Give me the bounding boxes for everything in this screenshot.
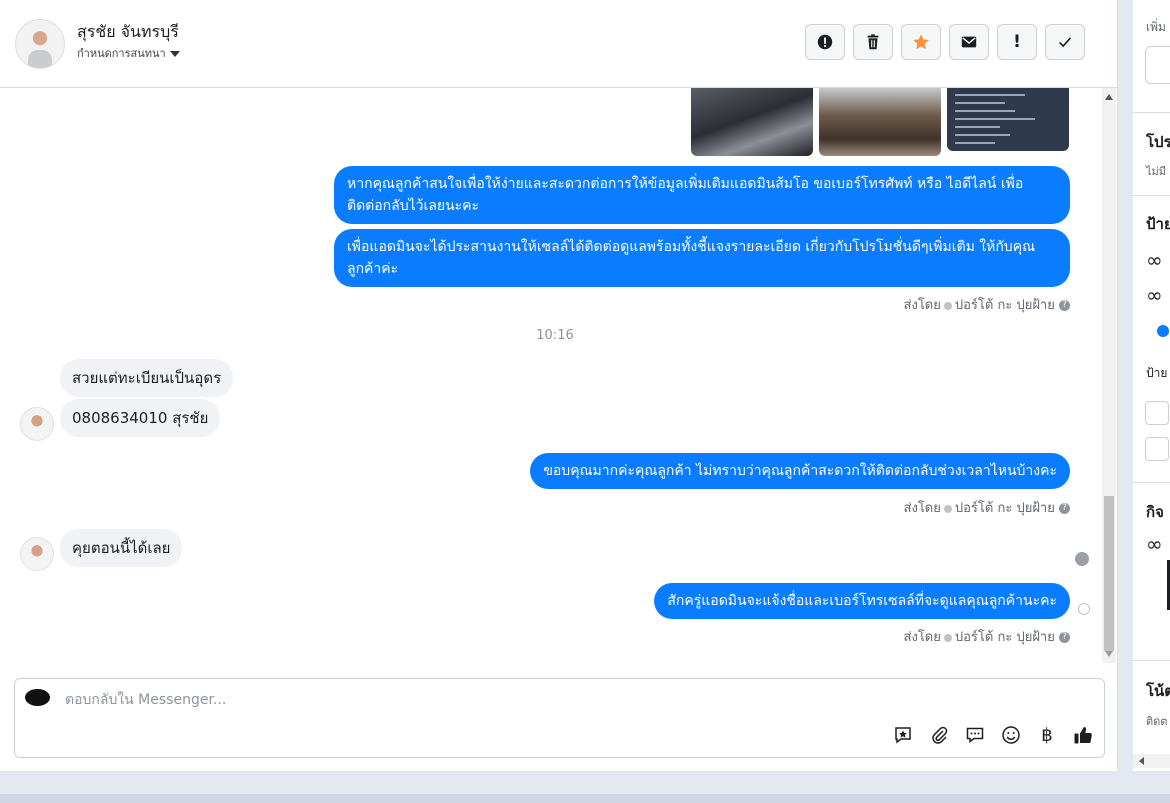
- message-list: หากคุณลูกค้าสนใจเพื่อให้ง่ายและสะดวกต่อก…: [0, 88, 1100, 663]
- star-icon: [913, 34, 929, 50]
- help-icon[interactable]: ?: [1059, 632, 1070, 643]
- contact-avatar-small: [20, 407, 54, 441]
- alert-circle-icon: [817, 34, 833, 50]
- sender-status-icon: [943, 301, 952, 310]
- timestamp: 10:16: [536, 328, 574, 343]
- divider: [1133, 482, 1170, 483]
- sent-by-label: ส่งโดย ปอร์โต้ กะ ปุยฝ้าย ?: [904, 497, 1070, 518]
- reply-input[interactable]: [63, 687, 867, 713]
- meta-icon[interactable]: ∞: [1146, 248, 1163, 272]
- label-checkbox[interactable]: [1145, 401, 1169, 425]
- sender-name: ปอร์โต้ กะ ปุยฝ้าย: [954, 298, 1055, 313]
- contact-details-panel: เพิ่ม โปร ไม่มี ป้าย ∞ ∞ ป้าย กิจ ∞ โน้ต…: [1133, 0, 1170, 771]
- taskbar: [0, 794, 1170, 803]
- spam-button[interactable]: [805, 24, 845, 60]
- outgoing-message[interactable]: ขอบคุณมากค่ะคุณลูกค้า ไม่ทราบว่าคุณลูกค้…: [530, 453, 1070, 489]
- labels-heading: ป้าย: [1146, 215, 1170, 233]
- label-checkbox[interactable]: [1145, 437, 1169, 461]
- star-button[interactable]: [901, 24, 941, 60]
- thumbs-up-icon[interactable]: [1072, 724, 1094, 746]
- meta-icon[interactable]: ∞: [1146, 283, 1163, 307]
- incoming-message[interactable]: คุยตอนนี้ได้เลย: [60, 529, 183, 567]
- promo-heading: โปร: [1146, 133, 1170, 151]
- done-button[interactable]: [1045, 24, 1085, 60]
- sent-by-label: ส่งโดย ปอร์โต้ กะ ปุยฝ้าย ?: [904, 626, 1070, 647]
- incoming-message[interactable]: 0808634010 สุรชัย: [60, 399, 221, 437]
- scrollbar-thumb[interactable]: [1104, 496, 1114, 651]
- checkmark-icon: [1059, 37, 1072, 48]
- exclamation-icon: !: [1013, 32, 1021, 52]
- attachment-icon[interactable]: [928, 724, 950, 746]
- conversation-pane: สุรชัย จันทรบุรี กำหนดการสนทนา ! หากคุณล…: [0, 0, 1118, 771]
- contact-avatar-small: [20, 537, 54, 571]
- labels-subheading: ป้าย: [1146, 366, 1168, 380]
- mark-unread-button[interactable]: [949, 24, 989, 60]
- follow-up-button[interactable]: !: [997, 24, 1037, 60]
- assign-label: กำหนดการสนทนา: [77, 47, 166, 60]
- panel-horizontal-scrollbar[interactable]: [1133, 754, 1170, 768]
- baht-icon[interactable]: ฿: [1036, 724, 1058, 746]
- add-label: เพิ่ม: [1146, 20, 1166, 34]
- activity-heading: กิจ: [1146, 503, 1164, 521]
- caret-down-icon: [169, 51, 180, 57]
- car-document-photo[interactable]: [947, 88, 1069, 151]
- outgoing-message[interactable]: เพื่อแอดมินจะได้ประสานงานให้เซลล์ได้ติดต…: [334, 229, 1070, 287]
- trash-icon: [867, 34, 879, 50]
- scroll-down-icon[interactable]: [1105, 651, 1113, 657]
- outgoing-message[interactable]: สักครู่แอดมินจะแจ้งชื่อและเบอร์โทรเซลล์ท…: [654, 583, 1070, 619]
- saved-reply-icon[interactable]: [892, 724, 914, 746]
- help-icon[interactable]: ?: [1059, 300, 1070, 311]
- car-seats-photo[interactable]: [819, 88, 941, 156]
- no-promo-text: ไม่มี: [1146, 165, 1167, 178]
- notes-heading: โน้ต: [1146, 682, 1170, 700]
- sender-name: ปอร์โต้ กะ ปุยฝ้าย: [954, 630, 1055, 645]
- divider: [1133, 195, 1170, 196]
- seen-avatar-icon: [1075, 552, 1089, 566]
- scroll-left-icon[interactable]: [1139, 757, 1144, 765]
- car-interior-photo[interactable]: [691, 88, 813, 156]
- chat-bubble-icon[interactable]: [964, 724, 986, 746]
- sent-by-label: ส่งโดย ปอร์โต้ กะ ปุยฝ้าย ?: [904, 294, 1070, 315]
- add-label-icon[interactable]: [1157, 325, 1169, 337]
- page-logo: [25, 689, 50, 706]
- divider: [1133, 660, 1170, 661]
- conversation-header: สุรชัย จันทรบุรี กำหนดการสนทนา !: [0, 0, 1117, 88]
- add-input[interactable]: [1145, 46, 1170, 84]
- envelope-icon: [961, 36, 977, 48]
- emoji-icon[interactable]: [1000, 724, 1022, 746]
- scroll-up-icon[interactable]: [1105, 94, 1113, 100]
- notes-text: ติดต: [1146, 715, 1168, 728]
- window-bottom-edge: [0, 771, 1170, 803]
- sender-status-icon: [943, 633, 952, 642]
- message-scrollbar[interactable]: [1102, 88, 1116, 663]
- sender-name: ปอร์โต้ กะ ปุยฝ้าย: [954, 501, 1055, 516]
- sender-status-icon: [943, 504, 952, 513]
- meta-icon: ∞: [1146, 532, 1163, 556]
- contact-name[interactable]: สุรชัย จันทรบุรี: [77, 20, 179, 45]
- divider: [1133, 112, 1170, 113]
- incoming-message[interactable]: สวยแต่ทะเบียนเป็นอุดร: [60, 359, 234, 397]
- contact-avatar[interactable]: [15, 19, 65, 69]
- sent-check-icon: [1078, 603, 1090, 615]
- reply-composer: ฿: [14, 678, 1105, 758]
- outgoing-message[interactable]: หากคุณลูกค้าสนใจเพื่อให้ง่ายและสะดวกต่อก…: [334, 166, 1070, 224]
- help-icon[interactable]: ?: [1059, 503, 1070, 514]
- assign-conversation-dropdown[interactable]: กำหนดการสนทนา: [77, 44, 180, 62]
- delete-button[interactable]: [853, 24, 893, 60]
